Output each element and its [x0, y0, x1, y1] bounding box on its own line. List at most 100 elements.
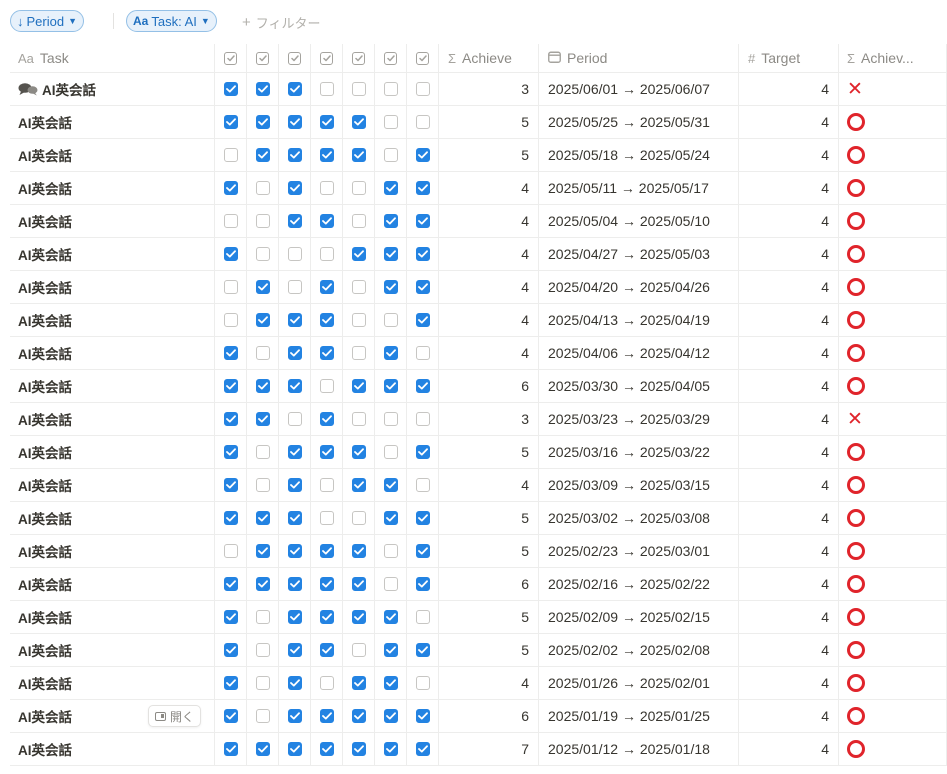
task-cell[interactable]: AI英会話 — [10, 106, 215, 138]
task-cell[interactable]: AI英会話 — [10, 568, 215, 600]
achieved-result-cell[interactable] — [839, 106, 947, 138]
achieved-result-cell[interactable] — [839, 238, 947, 270]
checkbox-checked[interactable] — [287, 610, 302, 624]
checkbox-checked[interactable] — [223, 577, 238, 591]
achieve-cell[interactable]: 3 — [439, 73, 539, 105]
table-row[interactable]: AI英会話 開く 6 2025/01/19 → 2025/01/25 4 — [10, 700, 947, 733]
target-cell[interactable]: 4 — [739, 535, 839, 567]
checkbox-unchecked[interactable] — [415, 346, 430, 360]
checkbox-unchecked[interactable] — [415, 610, 430, 624]
checkbox-unchecked[interactable] — [223, 313, 238, 327]
achieve-cell[interactable]: 3 — [439, 403, 539, 435]
achieved-result-cell[interactable] — [839, 601, 947, 633]
achieve-cell[interactable]: 5 — [439, 535, 539, 567]
period-cell[interactable]: 2025/01/19 → 2025/01/25 — [539, 700, 739, 732]
achieve-cell[interactable]: 6 — [439, 370, 539, 402]
column-header-achieve[interactable]: Σ Achieve — [439, 44, 539, 72]
period-cell[interactable]: 2025/06/01 → 2025/06/07 — [539, 73, 739, 105]
table-row[interactable]: AI英会話 6 2025/03/30 → 2025/04/05 4 — [10, 370, 947, 403]
column-header-task[interactable]: Aa Task — [10, 44, 215, 72]
checkbox-checked[interactable] — [319, 742, 334, 756]
checkbox-checked[interactable] — [319, 280, 334, 294]
checkbox-unchecked[interactable] — [383, 412, 398, 426]
checkbox-checked[interactable] — [319, 577, 334, 591]
achieve-cell[interactable]: 5 — [439, 106, 539, 138]
add-filter-button[interactable]: + フィルター — [242, 13, 321, 32]
checkbox-checked[interactable] — [287, 346, 302, 360]
checkbox-checked[interactable] — [287, 313, 302, 327]
checkbox-unchecked[interactable] — [255, 346, 270, 360]
target-cell[interactable]: 4 — [739, 370, 839, 402]
checkbox-checked[interactable] — [383, 379, 398, 393]
task-cell[interactable]: AI英会話 — [10, 73, 215, 105]
task-cell[interactable]: AI英会話 — [10, 271, 215, 303]
task-cell[interactable]: AI英会話 — [10, 469, 215, 501]
target-cell[interactable]: 4 — [739, 700, 839, 732]
checkbox-checked[interactable] — [351, 247, 366, 261]
checkbox-unchecked[interactable] — [319, 181, 334, 195]
checkbox-unchecked[interactable] — [223, 280, 238, 294]
checkbox-checked[interactable] — [223, 676, 238, 690]
table-row[interactable]: AI英会話 5 2025/02/09 → 2025/02/15 4 — [10, 601, 947, 634]
checkbox-checked[interactable] — [255, 280, 270, 294]
checkbox-checked[interactable] — [351, 148, 366, 162]
achieve-cell[interactable]: 6 — [439, 700, 539, 732]
achieve-cell[interactable]: 4 — [439, 172, 539, 204]
checkbox-unchecked[interactable] — [255, 643, 270, 657]
checkbox-checked[interactable] — [319, 313, 334, 327]
achieved-result-cell[interactable] — [839, 304, 947, 336]
target-cell[interactable]: 4 — [739, 271, 839, 303]
checkbox-checked[interactable] — [319, 412, 334, 426]
checkbox-checked[interactable] — [383, 181, 398, 195]
column-header-period[interactable]: Period — [539, 44, 739, 72]
checkbox-checked[interactable] — [255, 82, 270, 96]
table-row[interactable]: AI英会話 3 2025/03/23 → 2025/03/29 4 ✕ — [10, 403, 947, 436]
task-cell[interactable]: AI英会話 — [10, 238, 215, 270]
period-cell[interactable]: 2025/02/02 → 2025/02/08 — [539, 634, 739, 666]
checkbox-checked[interactable] — [223, 511, 238, 525]
checkbox-checked[interactable] — [383, 247, 398, 261]
checkbox-checked[interactable] — [319, 445, 334, 459]
achieve-cell[interactable]: 5 — [439, 139, 539, 171]
achieved-result-cell[interactable] — [839, 502, 947, 534]
achieve-cell[interactable]: 4 — [439, 667, 539, 699]
checkbox-unchecked[interactable] — [255, 478, 270, 492]
achieve-cell[interactable]: 6 — [439, 568, 539, 600]
period-cell[interactable]: 2025/01/26 → 2025/02/01 — [539, 667, 739, 699]
checkbox-checked[interactable] — [255, 742, 270, 756]
target-cell[interactable]: 4 — [739, 436, 839, 468]
table-row[interactable]: AI英会話 5 2025/05/18 → 2025/05/24 4 — [10, 139, 947, 172]
checkbox-checked[interactable] — [383, 676, 398, 690]
achieve-cell[interactable]: 4 — [439, 337, 539, 369]
table-row[interactable]: AI英会話 4 2025/04/20 → 2025/04/26 4 — [10, 271, 947, 304]
open-page-button[interactable]: 開く — [148, 705, 202, 727]
checkbox-checked[interactable] — [223, 709, 238, 723]
target-cell[interactable]: 4 — [739, 733, 839, 765]
checkbox-checked[interactable] — [255, 313, 270, 327]
checkbox-checked[interactable] — [351, 676, 366, 690]
checkbox-checked[interactable] — [319, 148, 334, 162]
checkbox-checked[interactable] — [287, 577, 302, 591]
table-row[interactable]: AI英会話 4 2025/04/06 → 2025/04/12 4 — [10, 337, 947, 370]
period-cell[interactable]: 2025/03/23 → 2025/03/29 — [539, 403, 739, 435]
checkbox-checked[interactable] — [223, 610, 238, 624]
checkbox-checked[interactable] — [351, 742, 366, 756]
target-cell[interactable]: 4 — [739, 139, 839, 171]
task-cell[interactable]: AI英会話 — [10, 403, 215, 435]
checkbox-checked[interactable] — [383, 742, 398, 756]
period-cell[interactable]: 2025/05/18 → 2025/05/24 — [539, 139, 739, 171]
checkbox-checked[interactable] — [415, 148, 430, 162]
checkbox-checked[interactable] — [223, 247, 238, 261]
checkbox-checked[interactable] — [223, 643, 238, 657]
period-cell[interactable]: 2025/04/06 → 2025/04/12 — [539, 337, 739, 369]
checkbox-checked[interactable] — [255, 115, 270, 129]
period-cell[interactable]: 2025/04/13 → 2025/04/19 — [539, 304, 739, 336]
checkbox-checked[interactable] — [223, 412, 238, 426]
checkbox-checked[interactable] — [287, 478, 302, 492]
column-header-checkbox-3[interactable] — [279, 44, 311, 72]
checkbox-checked[interactable] — [223, 181, 238, 195]
period-cell[interactable]: 2025/03/02 → 2025/03/08 — [539, 502, 739, 534]
target-cell[interactable]: 4 — [739, 568, 839, 600]
achieved-result-cell[interactable]: ✕ — [839, 403, 947, 435]
period-cell[interactable]: 2025/02/16 → 2025/02/22 — [539, 568, 739, 600]
